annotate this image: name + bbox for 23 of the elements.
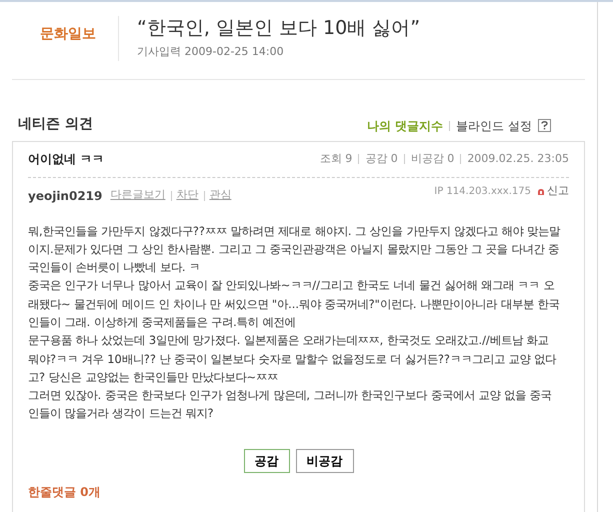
comment-stat: 공감 0 (365, 150, 398, 167)
blind-settings-link[interactable]: 블라인드 설정 (456, 116, 532, 134)
comment-author: yeojin0219 (28, 188, 102, 204)
help-icon[interactable] (538, 119, 551, 132)
comment-stat: 조회 9 (320, 150, 352, 167)
comment-stat: 2009.02.25. 23:05 (467, 150, 569, 167)
agree-button[interactable]: 공감 (244, 448, 290, 473)
comment-stat: 비공감 0 (410, 150, 454, 167)
comment-paragraph: 그러면 있잖아. 중국은 한국보다 인구가 엄청나게 많은데, 그러니까 한국인구보다 중국에서 교양 없을 중국인들이 많을거라 생각이 드는건 뭐지? (28, 387, 553, 422)
comment-paragraph: 중국은 인구가 너무나 많아서 교육이 잘 안되있나봐~ㅋㅋ//그리고 한국도 너네 물건 싫어해 왜그래 ㅋㅋ 오래됐다~ 물건뒤에 메이드 인 차이나 만 써있으면 "아...뭐야 중국꺼네?"이런다. 나뿐만이아니라 대부분 한국인들이 그래. 이상하게 중국제품들은 구려.특히 예전에 (28, 277, 560, 331)
siren-icon (537, 188, 545, 196)
source-logo: 문화일보 (39, 25, 97, 44)
report-link[interactable]: 신고 (537, 183, 569, 200)
article-date: 기사입력 2009-02-25 14:00 (137, 44, 285, 60)
section-heading: 네티즌 의견 (18, 114, 93, 134)
one-line-comments-heading: 한줄댓글 0개 (28, 484, 102, 501)
comment-title: 어이없네 ㅋㅋ (28, 151, 104, 168)
article-title: “한국인, 일본인 보다 10배 싫어” (137, 16, 420, 40)
comment-index-link[interactable]: 나의 댓글지수 (366, 116, 444, 134)
ip-address: IP 114.203.xxx.175 (434, 185, 531, 199)
comment-paragraph: 뭐,한국인들을 가만두지 않겠다구??ㅉㅉ 말하려면 제대로 해야지. 그 상인을 가만두지 않겠다고 해야 맞는말 이지.문제가 있다면 그 상인 한사람뿐. 그리고 그 중국인관광객은 아닐지 몰랐지만 그동안 그 곳을 다녀간 중국인들이 손버릇이 나빴네 보다. ㅋ (28, 222, 561, 276)
comment-paragraph: 문구용품 하나 샀었는데 3일만에 망가졌다. 일본제품은 오래가는데ㅉㅉ, 한국것도 오래갔고.//베트남 화교 뭐야?ㅋㅋ 겨우 10배니?? 난 중국이 일본보다 숫자로 말할수 없을정도로 더 싫거든??ㅋㅋ그리고 교양 없다고? 당신은 교양없는 한국인들만 만났다보다~ㅉㅉ (28, 332, 558, 386)
disagree-button[interactable]: 비공감 (296, 448, 354, 473)
